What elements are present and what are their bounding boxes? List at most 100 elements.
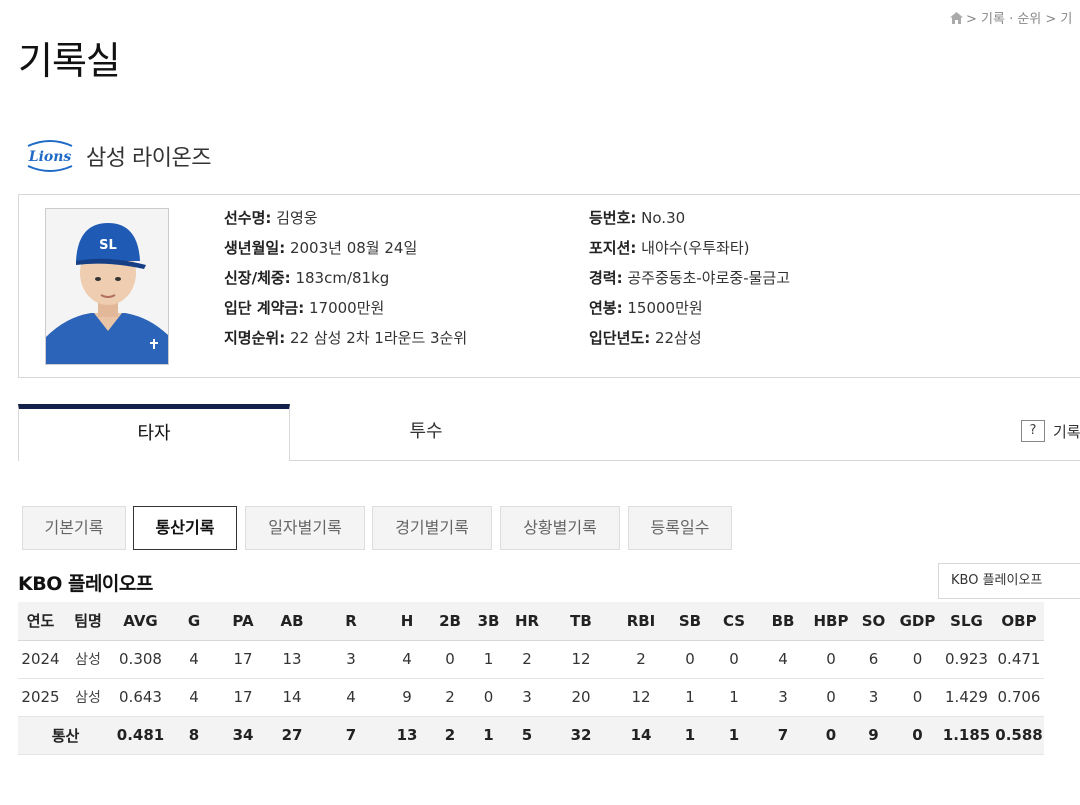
table-cell: 6 [851,640,896,679]
table-cell: 0.481 [113,716,168,755]
table-header-cell: CS [713,602,755,641]
table-cell: 0 [430,640,470,679]
table-cell: 0 [896,678,939,717]
info-value: 22 삼성 2차 1라운드 3순위 [285,329,468,347]
table-cell: 32 [547,716,615,755]
info-value: 22삼성 [650,329,702,347]
table-total-row: 통산 0.481 8 34 27 7 13 2 1 5 32 14 1 1 7 0 9 0 1.185 0.588 [18,716,1044,755]
series-select[interactable]: KBO 플레이오프 [938,563,1080,599]
table-cell: 14 [266,678,318,717]
table-cell: 12 [615,678,667,717]
stats-table: 연도 팀명 AVG G PA AB R H 2B 3B HR TB RBI SB CS BB HBP SO GDP S… [18,602,1044,755]
info-label: 입단년도: [589,329,651,347]
table-cell: 17 [220,678,266,717]
table-cell: 9 [851,716,896,755]
player-info-row: 등번호: No.30 [589,207,790,237]
question-icon: ? [1021,420,1045,442]
subtab-item[interactable]: 기본기록 [22,506,126,550]
section-title: KBO 플레이오프 [18,573,153,595]
player-info-row: 입단 계약금: 17000만원 [224,297,467,327]
subtab-item[interactable]: 경기별기록 [372,506,492,550]
table-cell: 13 [384,716,430,755]
table-cell: 0.308 [113,640,168,679]
lions-logo-icon: Lions [27,140,73,172]
table-header-row: 연도 팀명 AVG G PA AB R H 2B 3B HR TB RBI SB CS BB HBP SO GDP S… [18,602,1044,641]
breadcrumb-text[interactable]: > 기록 · 순위 > 기 [966,8,1072,27]
table-row: 2024 삼성 0.308 4 17 13 3 4 0 1 2 12 2 0 0 4 0 6 0 0.923 0.471 [18,640,1044,679]
table-cell: 1 [667,678,713,717]
table-cell: 0 [470,678,507,717]
table-header-cell: SO [851,602,896,641]
table-cell: 2 [507,640,547,679]
table-cell: 13 [266,640,318,679]
page-title: 기록실 [18,39,121,83]
table-cell: 4 [168,640,220,679]
subtab-item[interactable]: 등록일수 [628,506,732,550]
table-header-cell: HR [507,602,547,641]
subtab-item[interactable]: 상황별기록 [500,506,620,550]
info-label: 지명순위: [224,329,286,347]
table-header-cell: GDP [896,602,939,641]
player-info-row: 포지션: 내야수(우투좌타) [589,237,790,267]
table-cell: 2 [430,678,470,717]
table-cell: 0.923 [939,640,994,679]
info-label: 입단 계약금: [224,299,305,317]
table-cell: 1.185 [939,716,994,755]
table-cell: 0.588 [994,716,1044,755]
table-cell: 0 [811,640,851,679]
table-cell: 2 [615,640,667,679]
table-header-cell: R [318,602,384,641]
table-header-cell: AVG [113,602,168,641]
info-label: 선수명: [224,209,272,227]
table-header-cell: PA [220,602,266,641]
table-cell: 17 [220,640,266,679]
table-header-cell: SB [667,602,713,641]
subtab-item[interactable]: 통산기록 [133,506,237,550]
player-info-right: 등번호: No.30 포지션: 내야수(우투좌타) 경력: 공주중동초-야로중-물금… [589,207,790,357]
table-cell: 2025 [18,678,63,717]
table-cell: 7 [755,716,811,755]
table-cell: 1.429 [939,678,994,717]
info-label: 연봉: [589,299,623,317]
table-cell: 1 [713,716,755,755]
table-cell: 9 [384,678,430,717]
table-cell: 2024 [18,640,63,679]
table-header-cell: 3B [470,602,507,641]
info-label: 신장/체중: [224,269,291,287]
table-cell: 27 [266,716,318,755]
svg-text:SL: SL [99,238,117,253]
subtab-item[interactable]: 일자별기록 [245,506,365,550]
table-header-cell: TB [547,602,615,641]
table-header-cell: 팀명 [63,602,113,641]
player-info-row: 신장/체중: 183cm/81kg [224,267,467,297]
info-label: 생년월일: [224,239,286,257]
table-header-cell: RBI [615,602,667,641]
table-cell: 3 [507,678,547,717]
info-label: 포지션: [589,239,637,257]
player-profile: SL 선수명: 김영웅 생년월일: 2003년 08월 24일 신장/체중: 183… [18,194,1080,378]
home-icon[interactable] [950,11,963,24]
table-header-cell: AB [266,602,318,641]
table-cell: 4 [384,640,430,679]
table-cell: 통산 [18,716,113,755]
table-header-cell: H [384,602,430,641]
info-value: 내야수(우투좌타) [636,239,750,257]
info-value: No.30 [636,209,686,227]
table-header-cell: 연도 [18,602,63,641]
table-cell: 12 [547,640,615,679]
table-cell: 3 [318,640,384,679]
player-info-row: 지명순위: 22 삼성 2차 1라운드 3순위 [224,327,467,357]
table-cell: 0.643 [113,678,168,717]
table-row: 2025 삼성 0.643 4 17 14 4 9 2 0 3 20 12 1 1 3 0 3 0 1.429 0.70… [18,678,1044,717]
table-cell: 1 [667,716,713,755]
record-help-button[interactable]: ? 기록 [1021,420,1080,442]
tab-pitcher[interactable]: 투수 [290,404,562,461]
tab-batter[interactable]: 타자 [18,404,290,461]
player-info-row: 연봉: 15000만원 [589,297,790,327]
svg-text:Lions: Lions [28,149,72,165]
table-cell: 1 [713,678,755,717]
record-help-label: 기록 [1053,422,1080,441]
table-cell: 0 [896,640,939,679]
table-cell: 삼성 [63,640,113,679]
player-info-row: 생년월일: 2003년 08월 24일 [224,237,467,267]
